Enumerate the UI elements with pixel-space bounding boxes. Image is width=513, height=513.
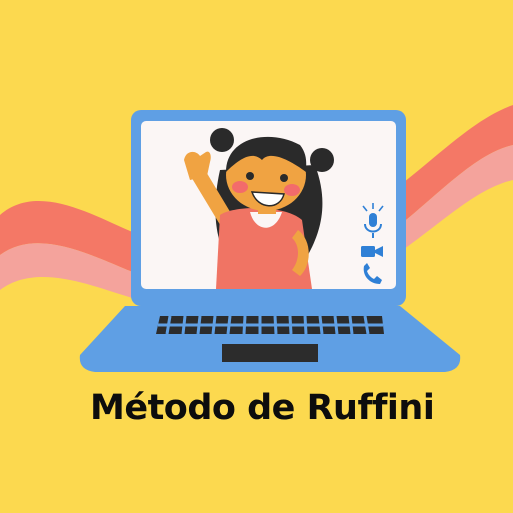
video-camera-icon[interactable] [361,246,383,257]
poster: Método de Ruffini [0,0,513,513]
illustration [0,105,513,372]
laptop-base [79,306,461,372]
page-title: Método de Ruffini [90,388,435,428]
touchpad [222,344,318,362]
